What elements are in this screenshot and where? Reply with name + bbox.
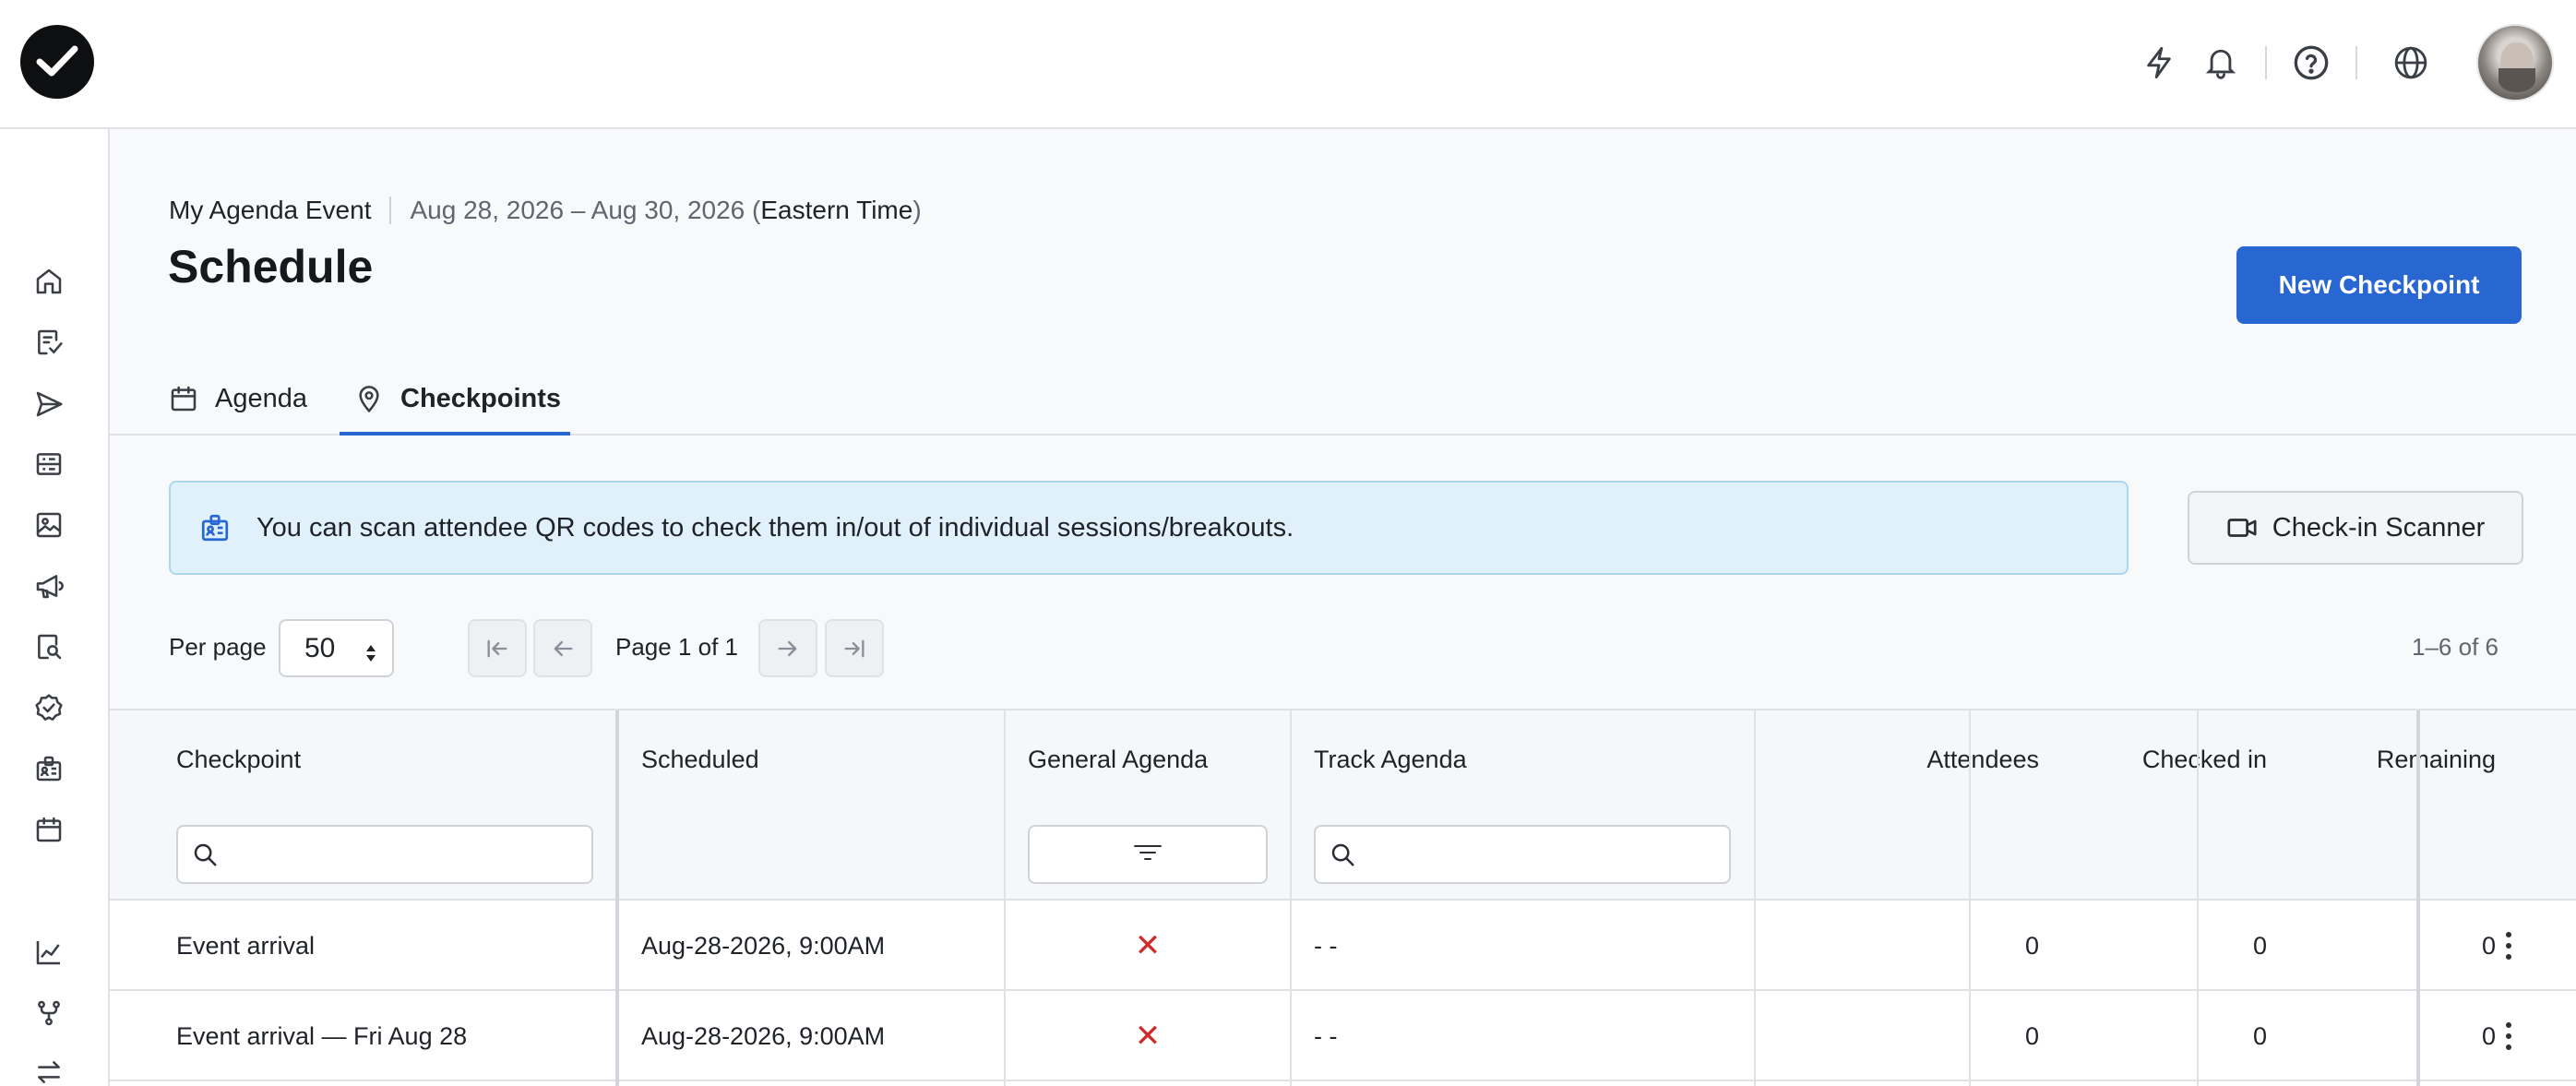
- chart-icon[interactable]: [31, 935, 66, 970]
- table-row[interactable]: Event arrival Aug-28-2026, 9:00AM ✕ - - …: [110, 901, 2576, 991]
- track-agenda-value: - -: [1314, 931, 1338, 960]
- more-options-icon[interactable]: [2472, 991, 2546, 1081]
- column-divider: [1969, 710, 1971, 1086]
- column-header-scheduled[interactable]: Scheduled: [641, 746, 759, 774]
- send-icon[interactable]: [31, 387, 66, 422]
- map-pin-icon: [354, 384, 384, 413]
- divider: [2355, 46, 2357, 79]
- tab-label: Agenda: [215, 383, 307, 413]
- calendar-icon[interactable]: [31, 812, 66, 847]
- info-banner: You can scan attendee QR codes to check …: [169, 481, 2129, 575]
- tab-agenda[interactable]: Agenda: [169, 362, 307, 436]
- check-circle-icon[interactable]: [31, 690, 66, 725]
- page-indicator: Page 1 of 1: [615, 633, 738, 661]
- general-agenda-x-icon: ✕: [1134, 928, 1162, 963]
- table-row[interactable]: Event arrival — Fri Aug 28 Aug-28-2026, …: [110, 991, 2576, 1081]
- checkpoint-name[interactable]: Event arrival: [176, 901, 315, 991]
- column-header-remaining[interactable]: Remaining: [2212, 746, 2496, 774]
- tab-bar: Agenda Checkpoints: [110, 362, 2576, 436]
- id-badge-icon: [199, 512, 231, 543]
- more-options-icon[interactable]: [2472, 901, 2546, 991]
- branch-icon[interactable]: [31, 996, 66, 1031]
- column-header-checkpoint[interactable]: Checkpoint: [176, 746, 301, 774]
- checkpoint-search-input[interactable]: [176, 825, 593, 884]
- megaphone-icon[interactable]: [31, 568, 66, 603]
- per-page-value: 50: [304, 632, 336, 663]
- check-in-scanner-button[interactable]: Check-in Scanner: [2188, 491, 2523, 565]
- home-icon[interactable]: [31, 264, 66, 299]
- event-line: My Agenda Event Aug 28, 2026 – Aug 30, 2…: [169, 196, 922, 225]
- column-header-track-agenda[interactable]: Track Agenda: [1314, 746, 1467, 774]
- event-dates: Aug 28, 2026 – Aug 30, 2026 (: [410, 196, 761, 224]
- bolt-icon[interactable]: [2137, 41, 2181, 85]
- avatar[interactable]: [2476, 24, 2554, 101]
- general-agenda-filter[interactable]: [1028, 825, 1268, 884]
- scheduled-time: Aug-28-2026, 9:00AM: [641, 1021, 886, 1050]
- general-agenda-x-icon: ✕: [1134, 1019, 1162, 1054]
- per-page-select[interactable]: 50: [279, 619, 394, 677]
- bell-icon[interactable]: [2199, 41, 2243, 85]
- column-header-general-agenda[interactable]: General Agenda: [1028, 746, 1208, 774]
- first-page-button[interactable]: [468, 619, 527, 677]
- column-divider: [1754, 710, 1756, 1086]
- checkpoints-table: Checkpoint Scheduled General Agenda Trac…: [110, 709, 2576, 1086]
- calendar-icon: [169, 384, 198, 413]
- sidebar: [0, 129, 110, 1086]
- scanner-label: Check-in Scanner: [2272, 512, 2486, 543]
- track-agenda-search-input[interactable]: [1314, 825, 1731, 884]
- last-page-button[interactable]: [825, 619, 884, 677]
- id-badge-icon[interactable]: [31, 751, 66, 786]
- video-camera-icon: [2226, 512, 2258, 543]
- track-agenda-value: - -: [1314, 1021, 1338, 1050]
- event-name: My Agenda Event: [169, 196, 372, 224]
- column-divider: [1004, 710, 1006, 1086]
- table-header: Checkpoint Scheduled General Agenda Trac…: [110, 710, 2576, 901]
- column-divider: [1290, 710, 1292, 1086]
- app-logo[interactable]: [20, 25, 94, 99]
- search-icon: [1329, 841, 1356, 868]
- per-page-label: Per page: [169, 633, 267, 661]
- sort-arrows-icon: [364, 639, 377, 671]
- image-icon[interactable]: [31, 507, 66, 543]
- event-timezone: Eastern Time: [760, 196, 913, 224]
- help-icon[interactable]: [2289, 41, 2333, 85]
- search-icon: [191, 841, 219, 868]
- divider: [2265, 46, 2267, 79]
- next-page-button[interactable]: [758, 619, 817, 677]
- active-tab-indicator: [340, 432, 570, 436]
- event-timezone-close: ): [912, 196, 922, 224]
- top-bar: [0, 0, 2576, 129]
- badge-search-icon[interactable]: [31, 629, 66, 664]
- page-title: Schedule: [168, 241, 374, 292]
- remaining-count: 0: [2481, 1021, 2496, 1050]
- column-divider: [615, 710, 619, 1086]
- checkpoint-name[interactable]: Event arrival — Fri Aug 28: [176, 991, 467, 1081]
- remaining-count: 0: [2481, 931, 2496, 960]
- column-divider: [2416, 710, 2420, 1086]
- list-icon[interactable]: [31, 447, 66, 482]
- new-checkpoint-button[interactable]: New Checkpoint: [2236, 246, 2522, 324]
- results-range: 1–6 of 6: [2412, 633, 2498, 661]
- tab-label: Checkpoints: [400, 383, 562, 413]
- banner-text: You can scan attendee QR codes to check …: [256, 512, 1294, 543]
- column-divider: [2197, 710, 2199, 1086]
- checklist-icon[interactable]: [31, 325, 66, 360]
- swap-icon[interactable]: [31, 1055, 66, 1086]
- previous-page-button[interactable]: [533, 619, 592, 677]
- filter-icon: [1132, 841, 1163, 868]
- globe-icon[interactable]: [2389, 41, 2433, 85]
- scheduled-time: Aug-28-2026, 9:00AM: [641, 931, 886, 960]
- divider: [389, 197, 392, 224]
- tab-checkpoints[interactable]: Checkpoints: [354, 362, 561, 436]
